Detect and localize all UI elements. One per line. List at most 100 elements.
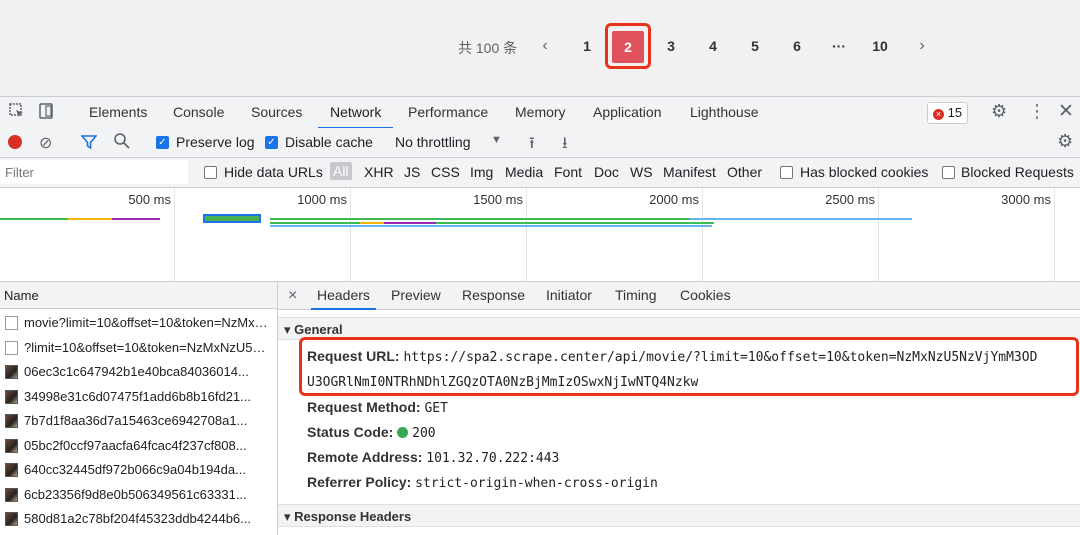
request-row[interactable]: 34998e31c6d07475f1add6b8b16fd21... [0, 385, 277, 409]
clear-icon[interactable]: ⊘ [39, 133, 52, 153]
type-filter-manifest[interactable]: Manifest [663, 164, 716, 180]
page-6[interactable]: 6 [781, 30, 813, 62]
export-har-icon[interactable]: ⭳ [562, 132, 568, 159]
filter-input[interactable] [0, 160, 188, 184]
tab-initiator[interactable]: Initiator [546, 282, 592, 309]
pagination-bar: 共 100 条 ‹ 1 2 3 4 5 6 ··· 10 › [0, 0, 1080, 96]
type-filter-css[interactable]: CSS [431, 164, 460, 180]
record-icon[interactable] [8, 135, 22, 149]
tab-network[interactable]: Network [317, 97, 394, 129]
tab-preview[interactable]: Preview [391, 282, 441, 309]
tab-timing[interactable]: Timing [615, 282, 657, 309]
request-row[interactable]: movie?limit=10&offset=10&token=NzMxNz... [0, 311, 277, 335]
request-row[interactable]: 580d81a2c78bf204f45323ddb4244b6... [0, 507, 277, 531]
has-blocked-cookies-checkbox[interactable] [780, 166, 793, 179]
request-row[interactable]: 06ec3c1c647942b1e40bca84036014... [0, 360, 277, 384]
network-settings-icon[interactable]: ⚙ [1057, 131, 1073, 152]
request-url-highlight [299, 337, 1079, 396]
search-icon[interactable] [113, 132, 131, 155]
type-filter-media[interactable]: Media [505, 164, 543, 180]
tab-application[interactable]: Application [593, 97, 662, 128]
request-name: 34998e31c6d07475f1add6b8b16fd21... [24, 388, 251, 404]
tab-headers[interactable]: Headers [311, 282, 376, 310]
network-overview-timeline[interactable]: 500 ms 1000 ms 1500 ms 2000 ms 2500 ms 3… [0, 188, 1080, 282]
type-filter-font[interactable]: Font [554, 164, 582, 180]
request-row[interactable]: 7b7d1f8aa36d7a15463ce6942708a1... [0, 409, 277, 433]
type-filter-other[interactable]: Other [727, 164, 762, 180]
page-3[interactable]: 3 [655, 30, 687, 62]
timeline-tick-label: 1500 ms [473, 192, 523, 207]
request-row[interactable]: 640cc32445df972b066c9a04b194da... [0, 458, 277, 482]
prev-page-button[interactable]: ‹ [533, 30, 557, 62]
settings-gear-icon[interactable]: ⚙ [991, 101, 1007, 122]
timeline-bar [270, 225, 712, 227]
preserve-log-checkbox[interactable]: ✓ [156, 136, 169, 149]
throttling-select[interactable]: No throttling [395, 134, 470, 150]
tab-console[interactable]: Console [173, 97, 224, 128]
dropdown-arrow-icon[interactable]: ▼ [491, 134, 502, 146]
tab-sources[interactable]: Sources [251, 97, 302, 128]
image-file-icon [5, 463, 18, 477]
tab-lighthouse[interactable]: Lighthouse [690, 97, 759, 128]
remote-address-value: 101.32.70.222:443 [426, 451, 560, 466]
page-2[interactable]: 2 [612, 31, 644, 63]
filter-icon[interactable] [80, 134, 98, 153]
request-row[interactable]: 6cb23356f9d8e0b506349561c63331... [0, 483, 277, 507]
timeline-gridline [878, 188, 879, 281]
image-file-icon [5, 512, 18, 526]
timeline-bar [270, 218, 690, 220]
page-ellipsis[interactable]: ··· [823, 30, 855, 62]
close-devtools-icon[interactable]: ✕ [1058, 100, 1074, 123]
error-badge[interactable]: × 15 [927, 102, 969, 124]
response-headers-section-header[interactable]: ▾ Response Headers [278, 504, 1080, 527]
page-4[interactable]: 4 [697, 30, 729, 62]
status-code-key: Status Code: [307, 424, 394, 440]
status-code-value: 200 [412, 426, 436, 441]
request-row[interactable]: ?limit=10&offset=10&token=NzMxNzU5Nz... [0, 336, 277, 360]
import-har-icon[interactable]: ⭱ [529, 132, 535, 159]
referrer-policy-key: Referrer Policy: [307, 474, 412, 490]
tab-performance[interactable]: Performance [408, 97, 488, 128]
name-column-header[interactable]: Name [0, 282, 277, 309]
request-detail-pane: × Headers Preview Response Initiator Tim… [278, 282, 1080, 535]
tab-cookies[interactable]: Cookies [680, 282, 731, 309]
referrer-policy-row: Referrer Policy: strict-origin-when-cros… [307, 474, 658, 491]
network-toolbar: ⊘ ✓ Preserve log ✓ Disable cache No thro… [0, 128, 1080, 158]
close-detail-icon[interactable]: × [288, 282, 297, 309]
type-filter-xhr[interactable]: XHR [364, 164, 394, 180]
disable-cache-checkbox[interactable]: ✓ [265, 136, 278, 149]
document-file-icon [5, 316, 18, 330]
request-row[interactable]: 05bc2f0ccf97aacfa64fcac4f237cf808... [0, 434, 277, 458]
type-filter-ws[interactable]: WS [630, 164, 653, 180]
timeline-selection[interactable] [203, 214, 261, 223]
more-options-icon[interactable]: ⋮ [1028, 101, 1046, 122]
type-filter-all[interactable]: All [330, 162, 352, 180]
tab-elements[interactable]: Elements [89, 97, 147, 128]
type-filter-doc[interactable]: Doc [594, 164, 619, 180]
request-name: 7b7d1f8aa36d7a15463ce6942708a1... [24, 413, 248, 428]
device-toolbar-icon[interactable] [37, 102, 55, 124]
hide-data-urls-checkbox[interactable] [204, 166, 217, 179]
tab-memory[interactable]: Memory [515, 97, 566, 128]
page-5[interactable]: 5 [739, 30, 771, 62]
request-list: Name movie?limit=10&offset=10&token=NzMx… [0, 282, 278, 535]
timeline-tick-label: 3000 ms [1001, 192, 1051, 207]
type-filter-img[interactable]: Img [470, 164, 493, 180]
page-10[interactable]: 10 [864, 30, 896, 62]
blocked-requests-label: Blocked Requests [961, 164, 1074, 180]
request-name: 6cb23356f9d8e0b506349561c63331... [24, 486, 247, 502]
request-name: 640cc32445df972b066c9a04b194da... [24, 462, 246, 477]
status-ok-icon [397, 427, 409, 438]
image-file-icon [5, 438, 18, 453]
blocked-requests-checkbox[interactable] [942, 166, 955, 179]
tab-response[interactable]: Response [462, 282, 525, 309]
page-1[interactable]: 1 [571, 30, 603, 62]
disable-cache-label: Disable cache [285, 134, 373, 150]
next-page-button[interactable]: › [910, 30, 934, 62]
timeline-tick-label: 2500 ms [825, 192, 875, 207]
timeline-gridline [702, 188, 703, 281]
request-method-key: Request Method: [307, 399, 421, 415]
inspect-element-icon[interactable] [8, 102, 26, 124]
timeline-tick-label: 1000 ms [297, 192, 347, 207]
type-filter-js[interactable]: JS [404, 164, 420, 180]
